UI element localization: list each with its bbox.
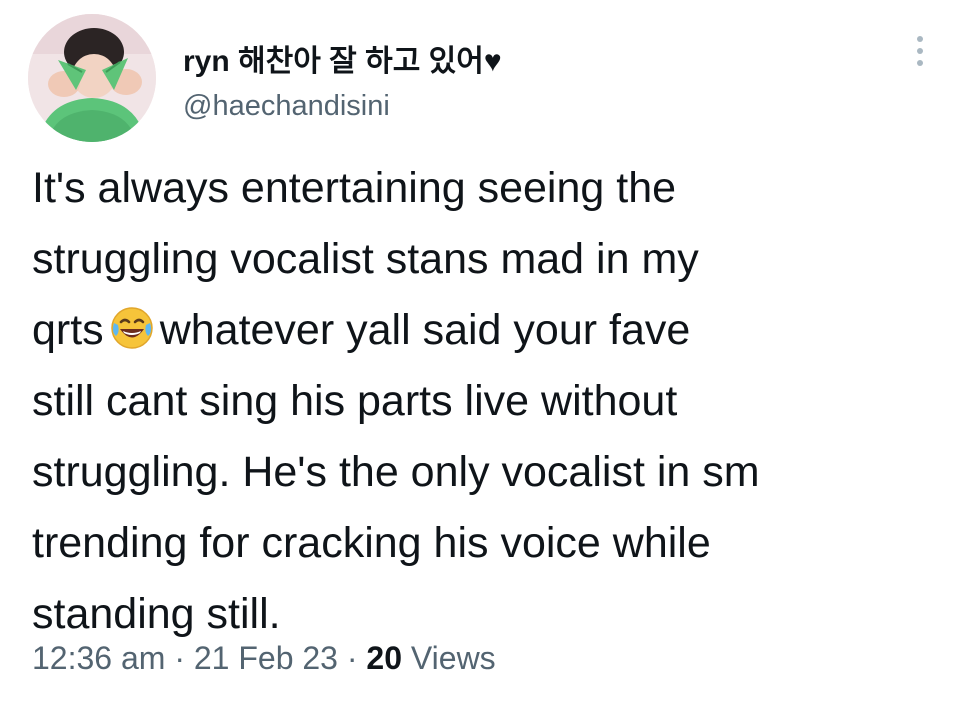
more-options-button[interactable] [908, 36, 932, 76]
tweet-text-part-2: whatever yall said your fave still cant … [32, 306, 760, 638]
meta-separator: · [346, 640, 358, 676]
views-count[interactable]: 20 [366, 640, 402, 676]
face-with-tears-of-joy-icon [110, 307, 153, 349]
tweet-text: It's always entertaining seeing the stru… [32, 153, 957, 650]
author-display-name[interactable]: ryn 해찬아 잘 하고 있어♥ [183, 36, 502, 80]
tweet-time[interactable]: 12:36 am [32, 640, 165, 676]
tweet-date[interactable]: 21 Feb 23 [194, 640, 338, 676]
meta-separator: · [174, 640, 185, 676]
avatar-image [28, 14, 156, 142]
avatar[interactable] [28, 14, 156, 142]
more-vertical-icon [908, 36, 932, 66]
tweet-meta: 12:36 am · 21 Feb 23 · 20 Views [32, 640, 496, 677]
tweet: ryn 해찬아 잘 하고 있어♥ @haechandisini It's alw… [0, 0, 968, 710]
views-label: Views [410, 640, 496, 676]
author-handle[interactable]: @haechandisini [183, 90, 390, 123]
